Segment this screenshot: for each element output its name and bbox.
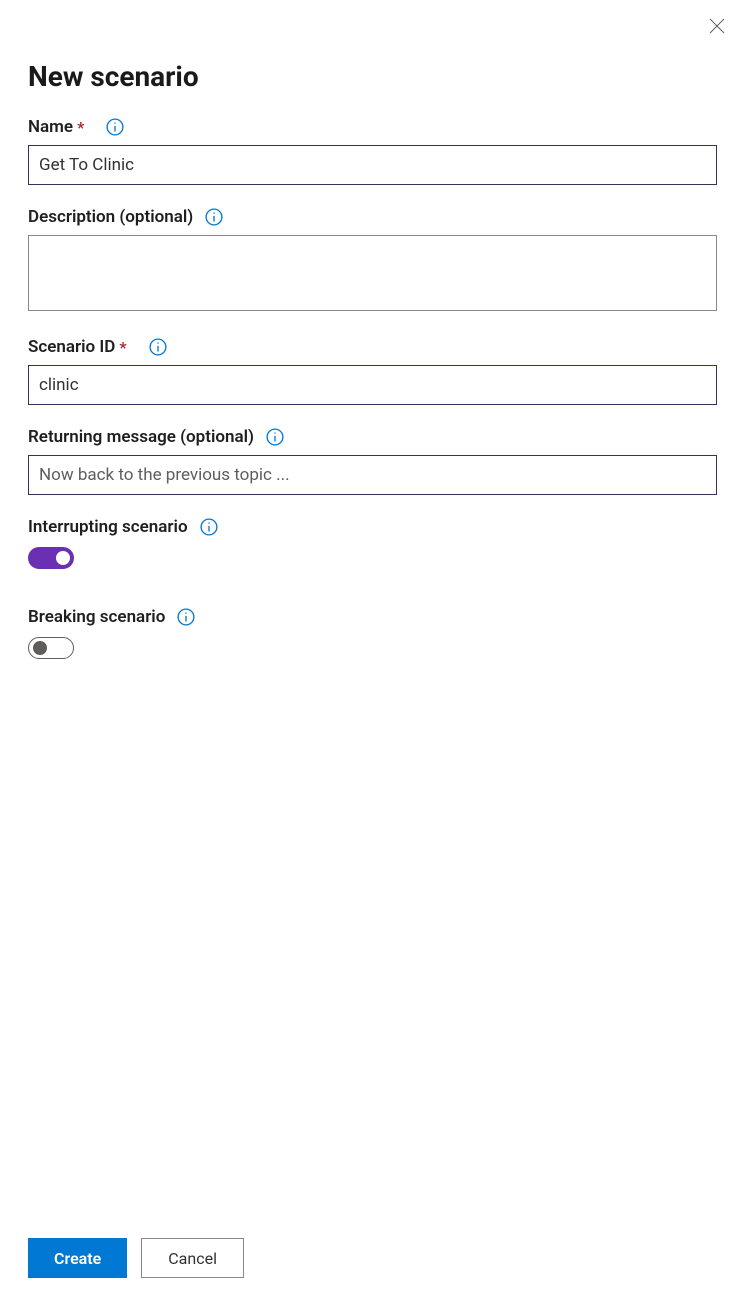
info-icon bbox=[149, 338, 167, 356]
toggle-thumb bbox=[56, 551, 70, 565]
spacer bbox=[28, 697, 717, 1238]
close-button[interactable] bbox=[705, 14, 729, 38]
label-row: Returning message (optional) bbox=[28, 427, 717, 447]
create-button[interactable]: Create bbox=[28, 1238, 127, 1278]
field-group-returning-message: Returning message (optional) bbox=[28, 427, 717, 495]
required-indicator: * bbox=[77, 118, 84, 137]
info-icon bbox=[177, 608, 195, 626]
name-label: Name bbox=[28, 117, 73, 137]
toggle-thumb bbox=[33, 641, 47, 655]
returning-message-info-button[interactable] bbox=[266, 428, 284, 446]
label-row: Name * bbox=[28, 117, 717, 137]
breaking-label: Breaking scenario bbox=[28, 607, 165, 627]
interrupting-label: Interrupting scenario bbox=[28, 517, 188, 537]
scenario-id-info-button[interactable] bbox=[149, 338, 167, 356]
breaking-info-button[interactable] bbox=[177, 608, 195, 626]
label-row: Description (optional) bbox=[28, 207, 717, 227]
required-indicator: * bbox=[119, 338, 126, 357]
scenario-id-input[interactable] bbox=[28, 365, 717, 405]
field-group-interrupting: Interrupting scenario bbox=[28, 517, 717, 573]
info-icon bbox=[205, 208, 223, 226]
returning-message-label: Returning message (optional) bbox=[28, 427, 254, 447]
field-group-name: Name * bbox=[28, 117, 717, 185]
new-scenario-panel: New scenario Name * Description (optiona… bbox=[0, 0, 745, 1306]
name-input[interactable] bbox=[28, 145, 717, 185]
label-row: Breaking scenario bbox=[28, 607, 717, 627]
label-row: Interrupting scenario bbox=[28, 517, 717, 537]
info-icon bbox=[266, 428, 284, 446]
footer: Create Cancel bbox=[28, 1238, 717, 1278]
description-input[interactable] bbox=[28, 235, 717, 311]
breaking-toggle[interactable] bbox=[28, 637, 74, 659]
cancel-button[interactable]: Cancel bbox=[141, 1238, 244, 1278]
info-icon bbox=[200, 518, 218, 536]
close-icon bbox=[709, 18, 725, 34]
returning-message-input[interactable] bbox=[28, 455, 717, 495]
description-label: Description (optional) bbox=[28, 207, 193, 227]
scenario-id-label: Scenario ID bbox=[28, 337, 115, 357]
field-group-breaking: Breaking scenario bbox=[28, 607, 717, 663]
name-info-button[interactable] bbox=[106, 118, 124, 136]
interrupting-toggle[interactable] bbox=[28, 547, 74, 569]
interrupting-info-button[interactable] bbox=[200, 518, 218, 536]
field-group-scenario-id: Scenario ID * bbox=[28, 337, 717, 405]
info-icon bbox=[106, 118, 124, 136]
panel-title: New scenario bbox=[28, 60, 717, 93]
label-row: Scenario ID * bbox=[28, 337, 717, 357]
description-info-button[interactable] bbox=[205, 208, 223, 226]
field-group-description: Description (optional) bbox=[28, 207, 717, 315]
